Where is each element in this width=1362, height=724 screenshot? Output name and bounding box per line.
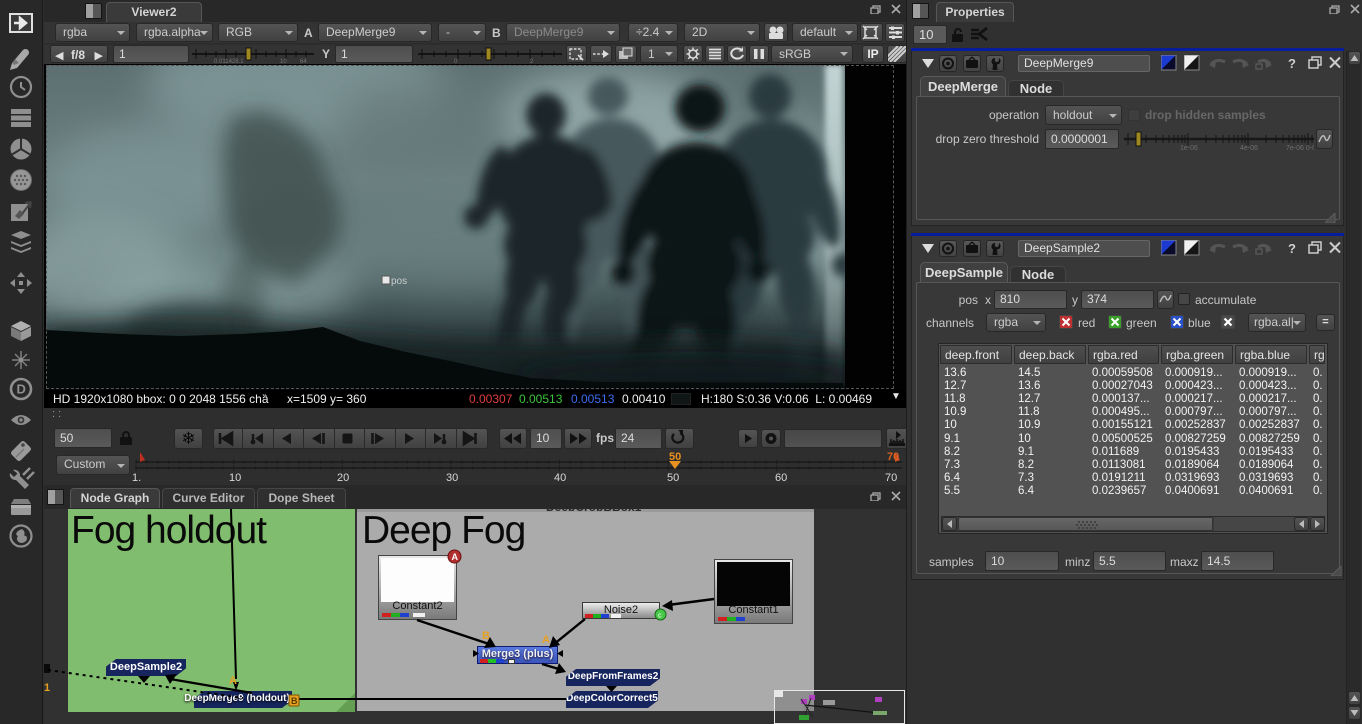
svg-text:50: 50 [667, 472, 679, 484]
svg-text:1e-06: 1e-06 [1180, 145, 1198, 151]
svg-text:70: 70 [887, 452, 899, 463]
svg-text:1.: 1. [132, 472, 141, 484]
svg-text:1: 1 [44, 682, 50, 694]
svg-text:10: 10 [229, 472, 241, 484]
svg-text:B: B [482, 630, 490, 642]
svg-text:70: 70 [885, 472, 897, 484]
svg-text:7e-06 0-0.: 7e-06 0-0. [1286, 145, 1314, 151]
svg-text:D: D [17, 382, 26, 397]
svg-text:30: 30 [446, 472, 458, 484]
svg-text:60: 60 [775, 472, 787, 484]
svg-text:4e-06: 4e-06 [1240, 145, 1258, 151]
svg-text:B: B [291, 696, 298, 706]
svg-text:A: A [542, 634, 550, 646]
svg-text:40: 40 [554, 472, 566, 484]
svg-text:A: A [229, 675, 237, 687]
svg-text:20: 20 [337, 472, 349, 484]
